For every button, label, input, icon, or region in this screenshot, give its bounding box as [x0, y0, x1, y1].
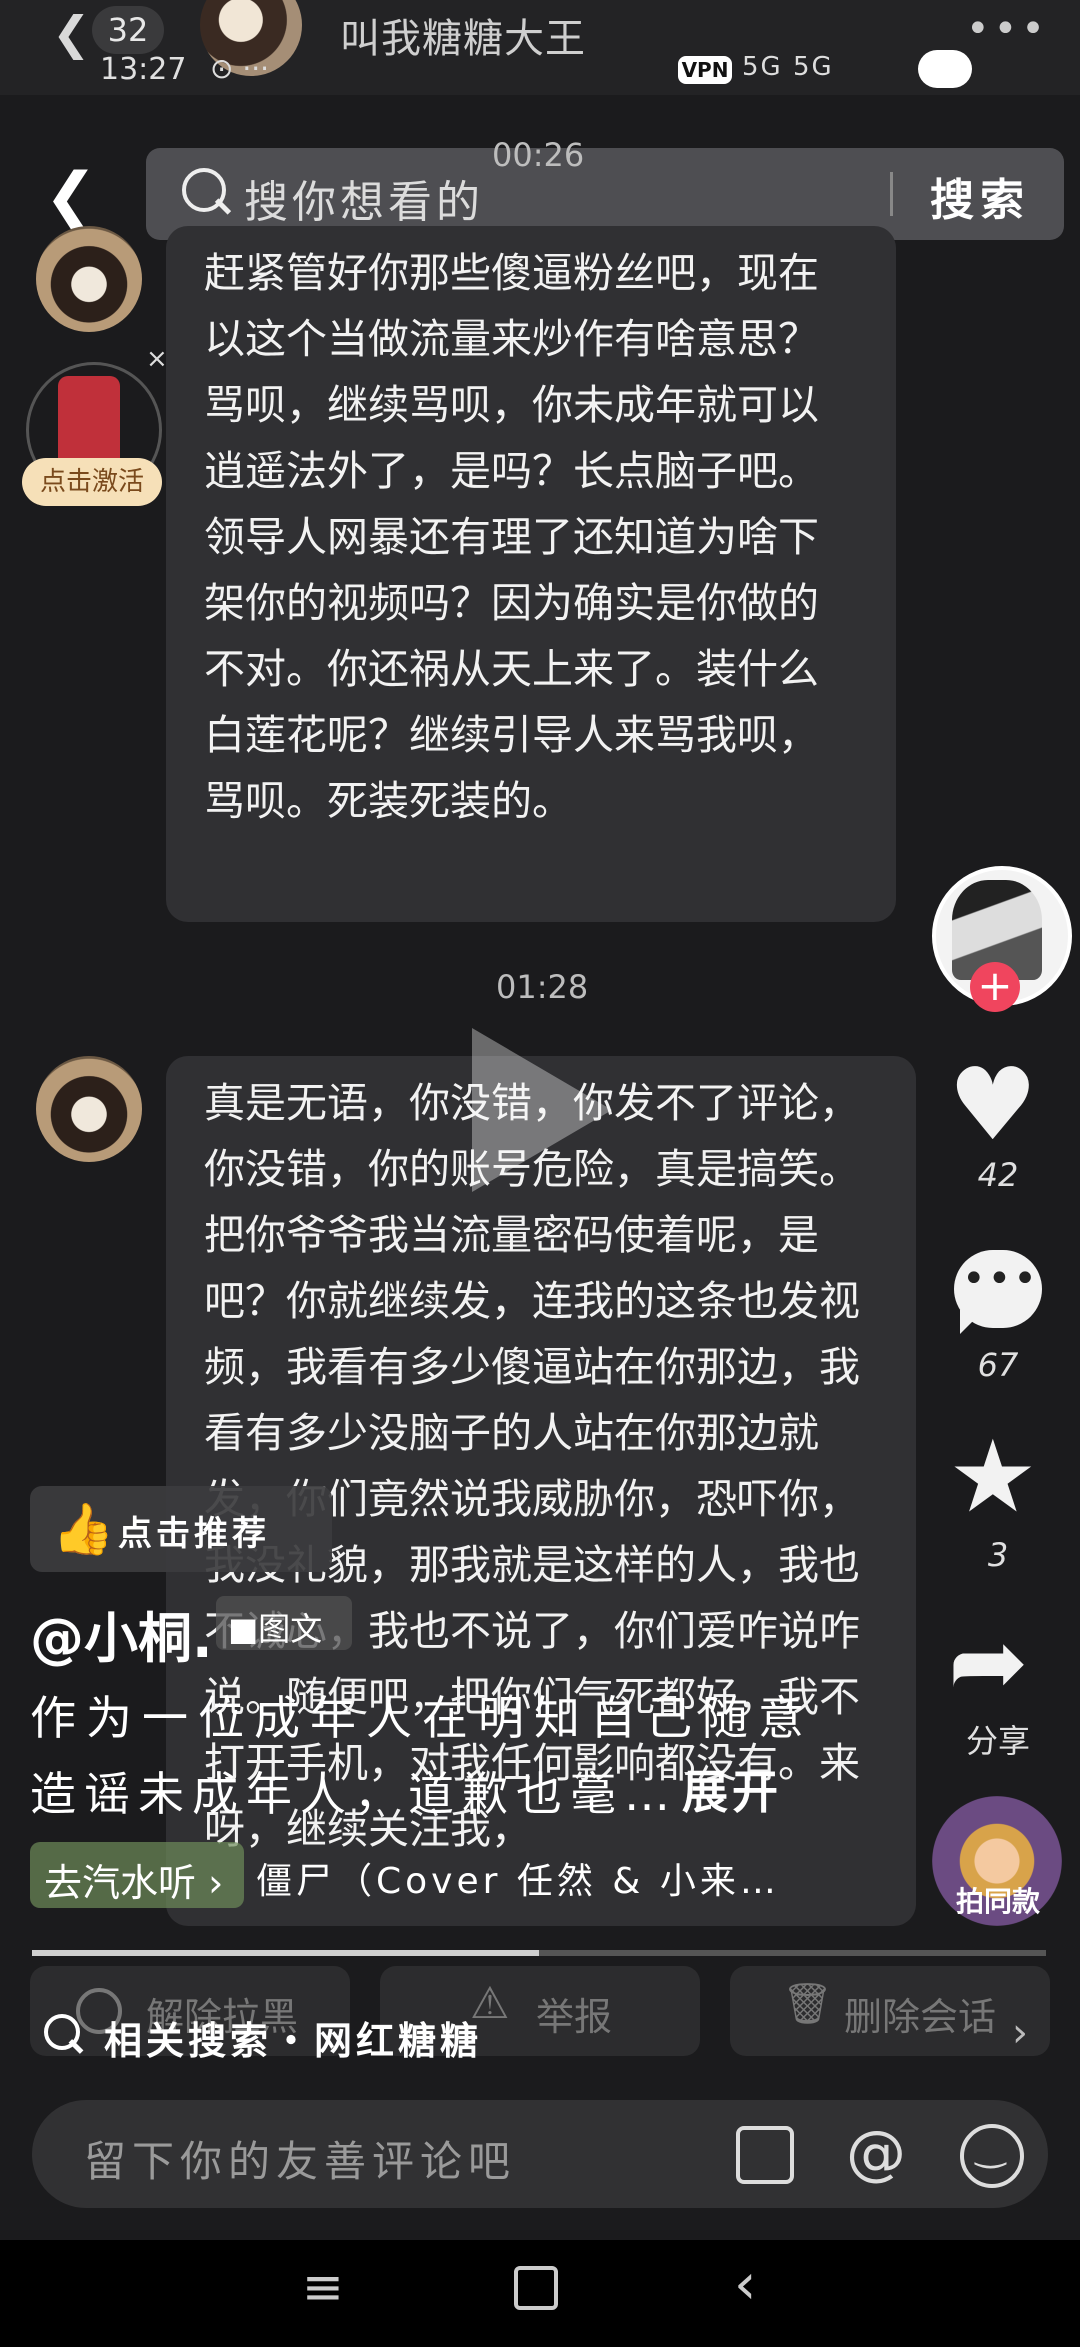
- chat-back-icon[interactable]: ❮: [52, 6, 91, 60]
- expand-link[interactable]: 展开: [682, 1756, 782, 1822]
- sender-avatar[interactable]: [36, 226, 142, 332]
- weather-icon: [918, 50, 972, 88]
- related-search-link[interactable]: 相关搜索・网红糖糖: [104, 2010, 482, 2065]
- follow-button[interactable]: +: [970, 962, 1020, 1012]
- trash-icon: 🗑: [782, 1981, 833, 2027]
- network-indicator: 5G 5G: [742, 52, 834, 82]
- back-icon[interactable]: ❮: [44, 160, 98, 234]
- like-count: 42: [977, 1156, 1019, 1194]
- sender-avatar[interactable]: [36, 1056, 142, 1162]
- chevron-right-icon[interactable]: ›: [1012, 2010, 1028, 2056]
- search-button[interactable]: 搜索: [930, 164, 1030, 228]
- audio-track: 僵尸（Cover 任然 & 小来…: [256, 1861, 780, 1902]
- timestamp: 01:28: [496, 968, 589, 1006]
- search-divider: [890, 172, 893, 216]
- comment-icon-tail: [960, 1310, 984, 1334]
- status-icons: ⊙ ···: [210, 52, 270, 85]
- vpn-icon: VPN: [678, 56, 732, 84]
- more-icon[interactable]: •••: [966, 6, 1049, 52]
- caption-line: 作为一位成年人在明知自己随意: [30, 1691, 814, 1745]
- red-envelope-icon[interactable]: [58, 376, 120, 468]
- comment-count: 67: [977, 1346, 1019, 1384]
- thumb-icon: 👍: [52, 1500, 115, 1558]
- at-icon[interactable]: @: [846, 2118, 906, 2188]
- audio-label[interactable]: 去汽水听 ›: [44, 1852, 223, 1907]
- nav-menu-icon[interactable]: ≡: [302, 2258, 344, 2316]
- activate-button[interactable]: 点击激活: [22, 458, 162, 506]
- author-name[interactable]: @小桐.: [30, 1594, 213, 1673]
- heart-icon[interactable]: ♥: [948, 1046, 1038, 1163]
- share-icon[interactable]: ➦: [948, 1606, 1028, 1718]
- unread-badge: 32: [92, 6, 164, 54]
- comment-placeholder: 留下你的友善评论吧: [84, 2137, 517, 2186]
- recommend-label: 点击推荐: [118, 1514, 270, 1554]
- favorite-count: 3: [987, 1536, 1009, 1574]
- emoji-face: ‿: [976, 2128, 1005, 2169]
- tuwen-label: ■图文: [228, 1610, 323, 1648]
- message-bubble[interactable]: 赶紧管好你那些傻逼粉丝吧，现在以这个当做流量来炒作有啥意思？骂呗，继续骂呗，你未…: [166, 226, 896, 922]
- nav-home-icon[interactable]: [514, 2266, 558, 2310]
- image-icon[interactable]: [736, 2126, 794, 2184]
- delete-label: 删除会话: [844, 1995, 997, 2039]
- star-icon[interactable]: ★: [948, 1418, 1038, 1535]
- share-label: 分享: [965, 1722, 1030, 1760]
- progress-fill: [32, 1950, 539, 1956]
- status-time: 13:27: [100, 52, 187, 87]
- music-label[interactable]: 拍同款: [930, 1880, 1066, 1920]
- caption-line: 造谣未成年人，道歉也毫…: [30, 1767, 678, 1821]
- comment-icon-dots: •••: [962, 1256, 1039, 1302]
- timestamp: 00:26: [492, 136, 585, 174]
- chat-title: 叫我糖糖大王: [340, 16, 586, 62]
- play-icon[interactable]: [472, 1028, 612, 1192]
- search-placeholder: 搜你想看的: [244, 177, 484, 228]
- report-label: 举报: [536, 1995, 613, 2039]
- close-icon[interactable]: ×: [146, 344, 168, 374]
- nav-back-icon[interactable]: ‹: [734, 2252, 756, 2317]
